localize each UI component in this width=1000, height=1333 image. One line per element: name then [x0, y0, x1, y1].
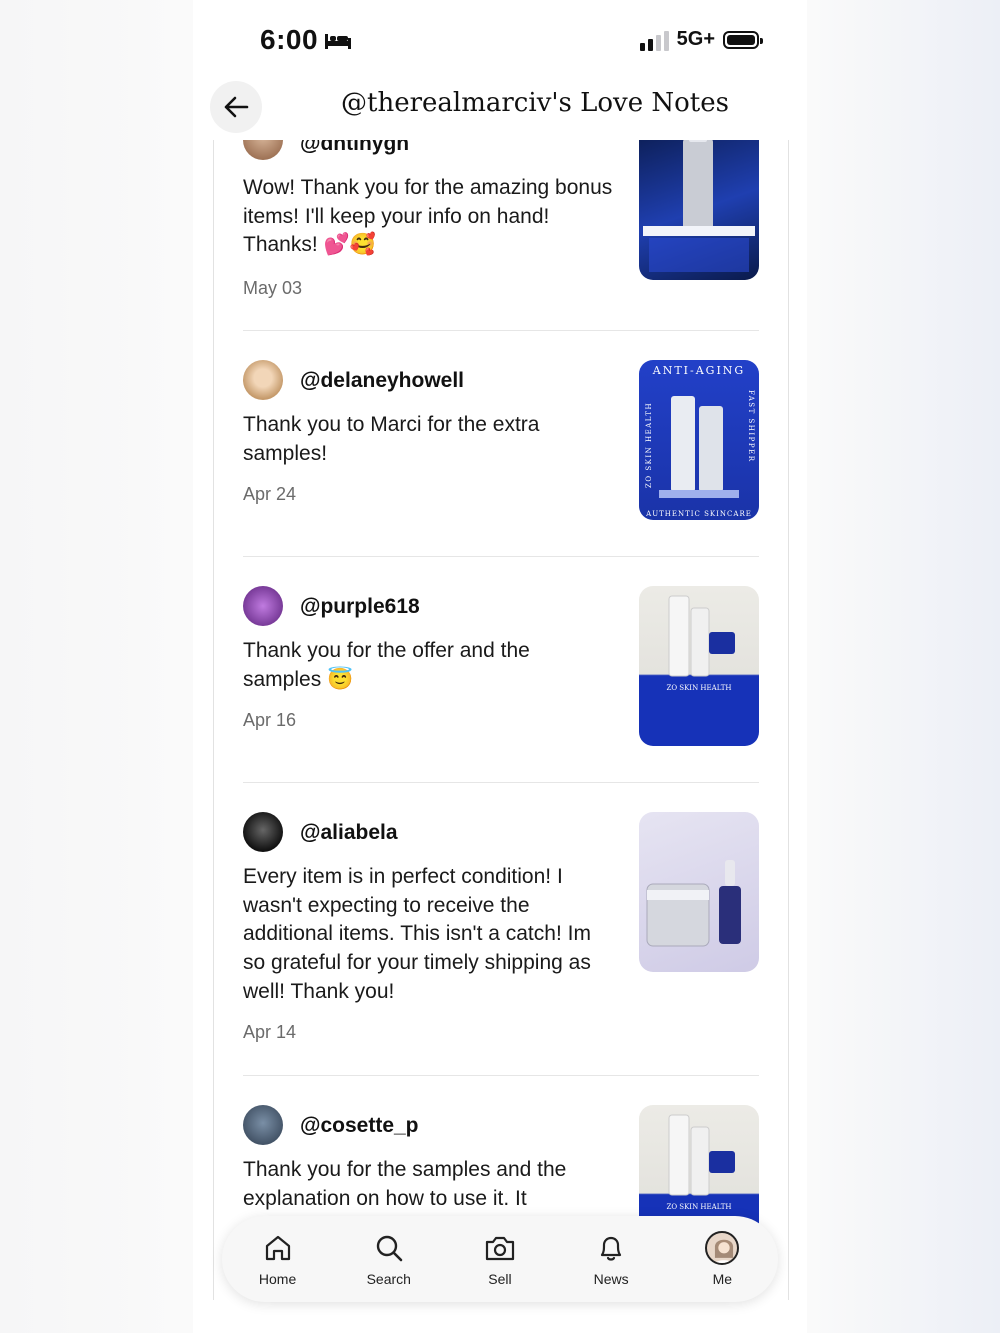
jar-and-serum-image [646, 860, 741, 947]
thumb-right-text: FAST SHIPPER [747, 390, 755, 462]
zo-products-image: ZO SKIN HEALTH [666, 595, 735, 692]
user-avatar[interactable] [243, 812, 283, 852]
status-time: 6:00 [260, 24, 352, 56]
camera-icon [485, 1236, 515, 1261]
search-icon [376, 1235, 403, 1262]
back-button[interactable] [210, 81, 262, 133]
thumb-bottom-text: AUTHENTIC SKINCARE [645, 510, 752, 518]
item-thumbnail[interactable] [639, 140, 759, 280]
phone-screen: 6:00 5G+ @therealmarciv's Love Notes @dn… [193, 0, 807, 1333]
username-link[interactable]: @aliabela [300, 821, 398, 845]
thumb-brand-text: ZO SKIN HEALTH [666, 1203, 731, 1211]
user-avatar[interactable] [243, 586, 283, 626]
note-date: Apr 14 [243, 1022, 297, 1042]
nav-me[interactable]: Me [677, 1231, 767, 1287]
note-message: Thank you for the offer and the samples … [243, 639, 530, 691]
bottom-nav: Home Search Sell News Me [222, 1216, 778, 1302]
home-icon [265, 1235, 290, 1261]
note-message: Thank you to Marci for the extra samples… [243, 413, 540, 465]
divider [243, 556, 759, 557]
note-message: Every item is in perfect condition! I wa… [243, 865, 591, 1003]
item-thumbnail[interactable]: ZO SKIN HEALTH [639, 586, 759, 746]
thumb-left-text: ZO SKIN HEALTH [645, 402, 653, 488]
sleep-bed-icon [325, 34, 352, 49]
divider [243, 330, 759, 331]
nav-home[interactable]: Home [233, 1231, 323, 1287]
nav-me-label: Me [712, 1271, 733, 1287]
profile-avatar-icon [705, 1231, 740, 1265]
nav-search-label: Search [366, 1271, 411, 1287]
username-link[interactable]: @delaneyhowell [300, 369, 464, 393]
nav-search[interactable]: Search [344, 1231, 434, 1287]
nav-sell[interactable]: Sell [455, 1231, 545, 1287]
divider [243, 1075, 759, 1076]
user-avatar[interactable] [243, 1105, 283, 1145]
user-avatar[interactable] [243, 360, 283, 400]
item-thumbnail[interactable]: ANTI-AGING ZO SKIN HEALTH FAST SHIPPER A… [639, 360, 759, 520]
bell-icon [601, 1236, 622, 1261]
anti-aging-product-image: ANTI-AGING ZO SKIN HEALTH FAST SHIPPER A… [645, 364, 755, 518]
nav-home-label: Home [258, 1271, 297, 1287]
page-title: @therealmarciv's Love Notes [341, 88, 729, 118]
love-notes-list[interactable]: @dntinygn Wow! Thank you for the amazing… [213, 140, 789, 1300]
nav-sell-label: Sell [488, 1271, 512, 1287]
network-label: 5G+ [676, 28, 715, 50]
item-thumbnail[interactable] [639, 812, 759, 972]
username-link[interactable]: @dntinygn [300, 140, 409, 156]
user-avatar[interactable] [243, 140, 283, 160]
thumb-brand-text: ZO SKIN HEALTH [666, 684, 731, 692]
note-date: May 03 [243, 278, 303, 298]
status-time-text: 6:00 [260, 24, 319, 55]
note-message: Wow! Thank you for the amazing bonus ite… [243, 176, 613, 257]
note-date: Apr 16 [243, 710, 297, 730]
note-date: Apr 24 [243, 484, 297, 504]
divider [243, 782, 759, 783]
arrow-left-icon [224, 96, 249, 118]
note-message: Thank you for the samples and the explan… [243, 1158, 567, 1210]
nav-news-label: News [593, 1271, 629, 1287]
status-indicators: 5G+ [639, 28, 763, 51]
battery-icon [723, 30, 763, 49]
username-link[interactable]: @purple618 [300, 595, 420, 619]
signal-icon [639, 29, 669, 51]
retinol-bottle-image [643, 140, 755, 272]
nav-news[interactable]: News [566, 1231, 656, 1287]
thumb-top-text: ANTI-AGING [652, 364, 745, 377]
username-link[interactable]: @cosette_p [300, 1114, 419, 1138]
